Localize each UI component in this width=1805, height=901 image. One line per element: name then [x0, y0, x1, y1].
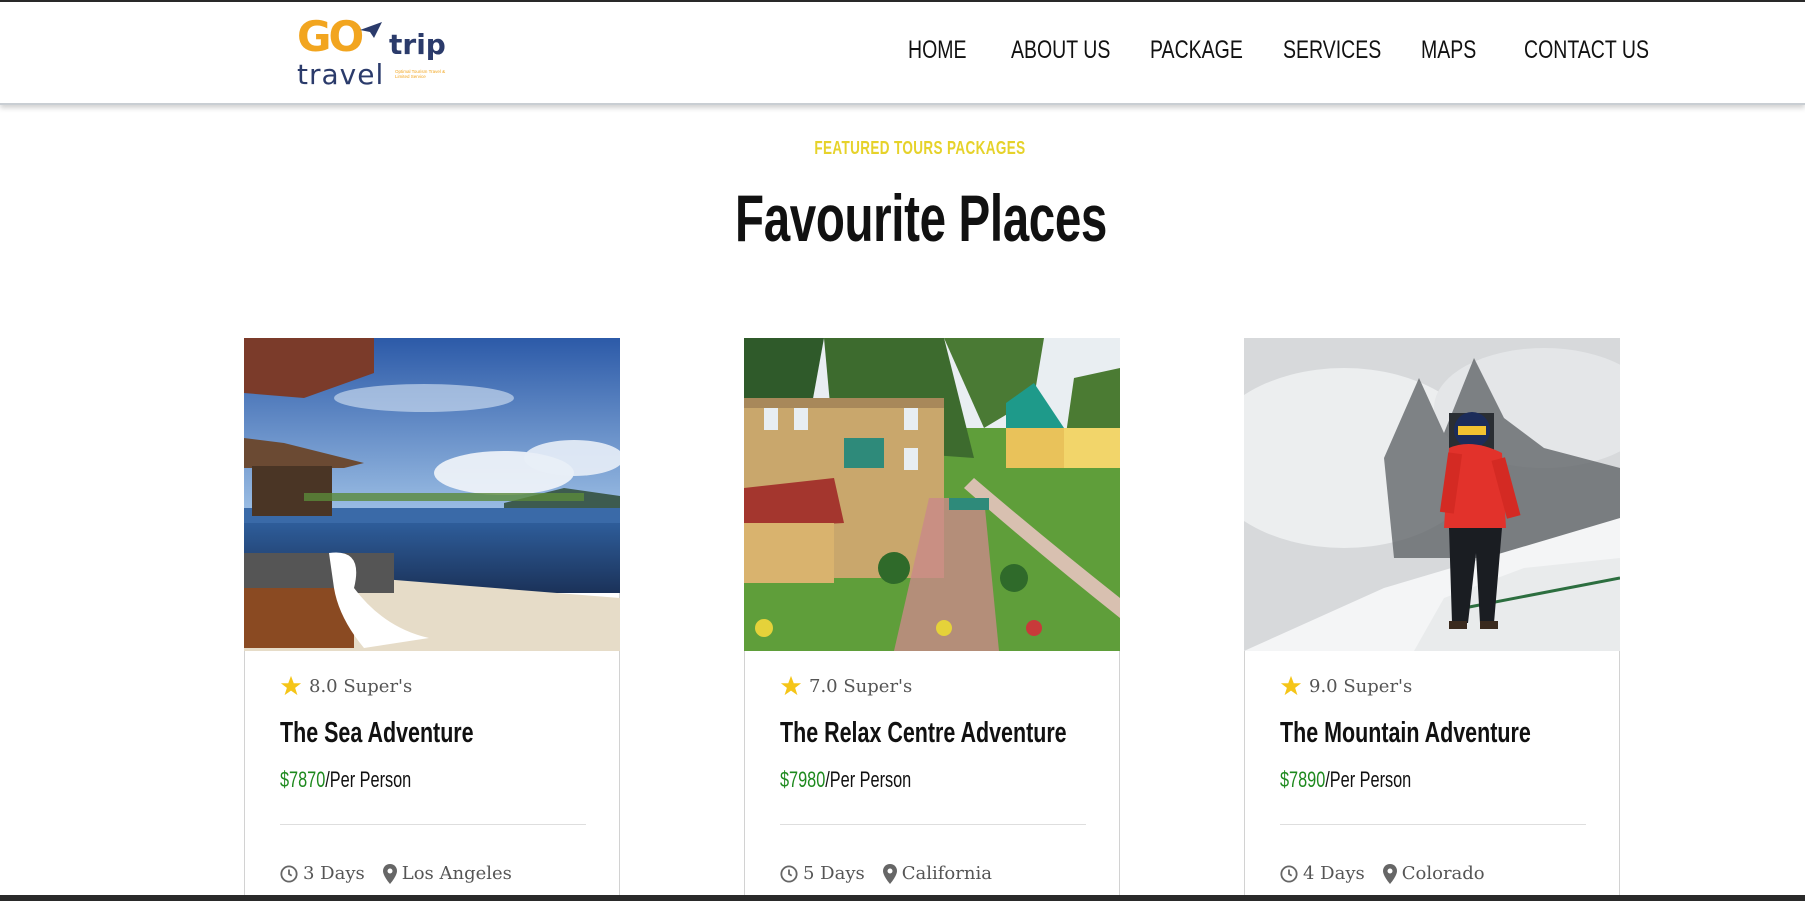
tour-price: $7870 — [280, 767, 326, 792]
logo-trip-text: trip — [389, 28, 446, 61]
rating: 7.0 Super's — [780, 675, 912, 697]
price-unit: /Per Person — [1325, 767, 1412, 792]
nav-package[interactable]: PACKAGE — [1150, 36, 1243, 65]
tour-location: Los Angeles — [401, 863, 512, 884]
tour-card[interactable]: 7.0 Super's The Relax Centre Adventure $… — [744, 338, 1120, 901]
rating: 8.0 Super's — [280, 675, 412, 697]
rating-text: 9.0 Super's — [1309, 675, 1413, 697]
tour-card[interactable]: 8.0 Super's The Sea Adventure $7870/Per … — [244, 338, 620, 901]
price-line: $7980/Per Person — [780, 767, 911, 793]
paper-plane-icon — [360, 22, 382, 38]
rating-text: 8.0 Super's — [309, 675, 413, 697]
section-title: Favourite Places — [735, 181, 1107, 255]
logo-tagline: Optimal Tourism Travel & Limited Service — [395, 69, 446, 79]
rating-text: 7.0 Super's — [809, 675, 913, 697]
tour-meta: 4 Days Colorado — [1280, 863, 1503, 884]
tour-image-sea[interactable] — [244, 338, 620, 651]
tour-location: Colorado — [1401, 863, 1485, 884]
tour-card[interactable]: 9.0 Super's The Mountain Adventure $7890… — [1244, 338, 1620, 901]
card-divider — [280, 824, 586, 825]
star-icon — [780, 675, 802, 696]
tour-title[interactable]: The Mountain Adventure — [1280, 717, 1531, 750]
clock-icon — [780, 864, 798, 883]
site-header: GO trip travel Optimal Tourism Travel & … — [0, 2, 1805, 105]
tour-title[interactable]: The Sea Adventure — [280, 717, 474, 750]
location-pin-icon — [1382, 863, 1397, 884]
nav-contact-us[interactable]: CONTACT US — [1524, 36, 1649, 65]
tour-title[interactable]: The Relax Centre Adventure — [780, 717, 1067, 750]
price-line: $7890/Per Person — [1280, 767, 1411, 793]
tour-price: $7980 — [780, 767, 826, 792]
price-line: $7870/Per Person — [280, 767, 411, 793]
nav-services[interactable]: SERVICES — [1283, 36, 1381, 65]
nav-maps[interactable]: MAPS — [1421, 36, 1476, 65]
tour-price: $7890 — [1280, 767, 1326, 792]
star-icon — [1280, 675, 1302, 696]
bottom-bar — [0, 895, 1805, 901]
price-unit: /Per Person — [325, 767, 412, 792]
star-icon — [280, 675, 302, 696]
tour-location: California — [901, 863, 992, 884]
section-kicker: FEATURED TOURS PACKAGES — [814, 138, 1026, 158]
rating: 9.0 Super's — [1280, 675, 1412, 697]
location-pin-icon — [382, 863, 397, 884]
tour-duration: 4 Days — [1303, 863, 1365, 884]
tour-duration: 5 Days — [803, 863, 865, 884]
tour-duration: 3 Days — [303, 863, 365, 884]
clock-icon — [1280, 864, 1298, 883]
tour-meta: 3 Days Los Angeles — [280, 863, 530, 884]
price-unit: /Per Person — [825, 767, 912, 792]
card-divider — [1280, 824, 1586, 825]
clock-icon — [280, 864, 298, 883]
nav-home[interactable]: HOME — [908, 36, 967, 65]
tour-image-relax[interactable] — [744, 338, 1120, 651]
tour-meta: 5 Days California — [780, 863, 1010, 884]
logo-travel-text: travel — [297, 58, 385, 91]
brand-logo[interactable]: GO trip travel Optimal Tourism Travel & … — [297, 12, 449, 91]
tour-image-mountain[interactable] — [1244, 338, 1620, 651]
logo-go-text: GO — [297, 12, 364, 61]
nav-about-us[interactable]: ABOUT US — [1011, 36, 1110, 65]
card-divider — [780, 824, 1086, 825]
location-pin-icon — [882, 863, 897, 884]
